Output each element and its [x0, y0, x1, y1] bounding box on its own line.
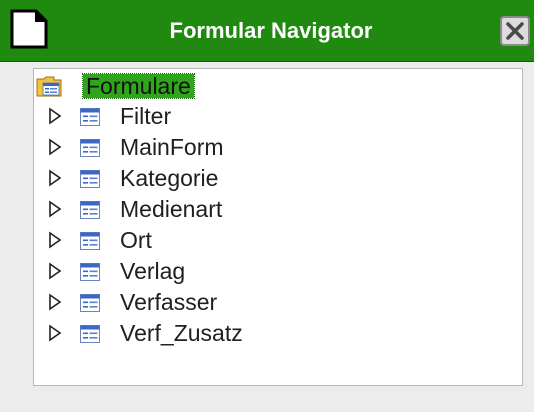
- expand-arrow-icon[interactable]: [48, 262, 62, 280]
- form-icon: [80, 108, 100, 126]
- tree-item[interactable]: Verfasser: [48, 289, 508, 317]
- tree-item[interactable]: Verlag: [48, 258, 508, 286]
- expand-arrow-icon[interactable]: [48, 200, 62, 218]
- tree-item[interactable]: Kategorie: [48, 165, 508, 193]
- navigator-tree[interactable]: Formulare Filter MainForm Kategorie Medi…: [33, 68, 523, 386]
- close-icon: [506, 22, 524, 40]
- expand-arrow-icon[interactable]: [48, 324, 62, 342]
- tree-item-label: Kategorie: [120, 165, 219, 191]
- tree-item[interactable]: Filter: [48, 103, 508, 131]
- window-title: Formular Navigator: [169, 18, 373, 43]
- tree-item[interactable]: Medienart: [48, 196, 508, 224]
- tree-item-label: Verlag: [120, 258, 186, 284]
- form-icon: [80, 232, 100, 250]
- tree-root-label[interactable]: Formulare: [82, 73, 195, 99]
- tree-item-label: Ort: [120, 227, 152, 253]
- tree-item-label: MainForm: [120, 134, 224, 160]
- form-icon: [80, 294, 100, 312]
- form-icon: [80, 170, 100, 188]
- close-button[interactable]: [500, 16, 530, 46]
- expand-arrow-icon[interactable]: [48, 107, 62, 125]
- tree-item-label: Verf_Zusatz: [120, 320, 243, 346]
- tree-item[interactable]: MainForm: [48, 134, 508, 162]
- tree-item-label: Filter: [120, 103, 172, 129]
- tree-item[interactable]: Verf_Zusatz: [48, 320, 508, 348]
- title-bar[interactable]: Formular Navigator: [0, 0, 534, 62]
- formular-navigator-window: Formular Navigator Formulare Filter Main…: [0, 0, 534, 412]
- expand-arrow-icon[interactable]: [48, 231, 62, 249]
- tree-item-label: Verfasser: [120, 289, 218, 315]
- form-icon: [80, 139, 100, 157]
- tree-item-label: Medienart: [120, 196, 223, 222]
- forms-folder-icon: [36, 76, 62, 97]
- tree-item[interactable]: Ort: [48, 227, 508, 255]
- form-icon: [80, 263, 100, 281]
- expand-arrow-icon[interactable]: [48, 169, 62, 187]
- form-icon: [80, 201, 100, 219]
- expand-arrow-icon[interactable]: [48, 293, 62, 311]
- form-icon: [80, 325, 100, 343]
- expand-arrow-icon[interactable]: [48, 138, 62, 156]
